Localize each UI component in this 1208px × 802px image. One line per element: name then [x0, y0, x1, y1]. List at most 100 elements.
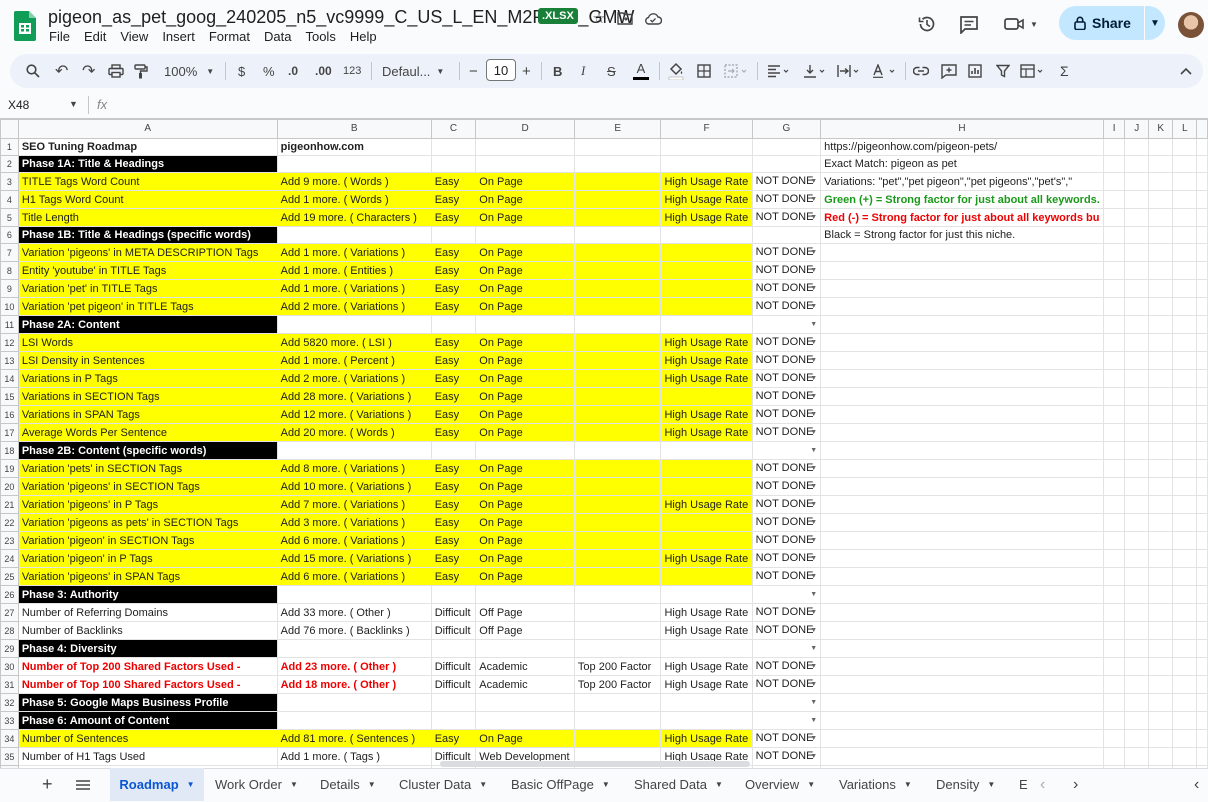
row-number[interactable]: 16	[0, 405, 19, 424]
cell-k[interactable]	[1148, 405, 1174, 424]
cell-k[interactable]	[1148, 639, 1174, 658]
cell-h[interactable]	[820, 369, 1104, 388]
cell-l[interactable]	[1172, 351, 1198, 370]
cell-h[interactable]	[820, 477, 1104, 496]
cell-d[interactable]: Academic	[475, 675, 575, 694]
sheet-tab-roadmap[interactable]: Roadmap ▼	[110, 768, 204, 801]
cell-f[interactable]	[660, 279, 753, 298]
cell-k[interactable]	[1148, 261, 1174, 280]
cell-b[interactable]: Add 12 more. ( Variations )	[276, 405, 432, 424]
cell-c[interactable]	[430, 226, 477, 244]
cell-f[interactable]: High Usage Rate	[660, 549, 753, 568]
cell-g[interactable]: ▼NOT DONE	[751, 387, 822, 406]
sheet-tab-cluster-data[interactable]: Cluster Data ▼	[399, 768, 487, 801]
cell-m[interactable]	[1196, 369, 1208, 388]
cell-l[interactable]	[1172, 459, 1198, 478]
column-header[interactable]: I	[1102, 119, 1126, 139]
cell-c[interactable]: Easy	[430, 477, 477, 496]
cell-e[interactable]	[573, 621, 662, 640]
cell-m[interactable]	[1196, 243, 1208, 262]
cell-i[interactable]	[1102, 747, 1126, 766]
cell-a[interactable]: Variations in SECTION Tags	[17, 387, 278, 406]
cell-b[interactable]: Add 2 more. ( Variations )	[276, 369, 432, 388]
cell-i[interactable]	[1102, 459, 1126, 478]
cell-b[interactable]	[276, 441, 432, 460]
cell-l[interactable]	[1172, 423, 1198, 442]
cell-j[interactable]	[1124, 333, 1150, 352]
cell-e[interactable]	[573, 172, 662, 191]
cell-l[interactable]	[1172, 603, 1198, 622]
cell-c[interactable]	[430, 693, 477, 712]
cell-h[interactable]: Exact Match: pigeon as pet	[820, 155, 1104, 173]
all-sheets-icon[interactable]	[76, 768, 90, 801]
cell-a[interactable]: Variation 'pet pigeon' in TITLE Tags	[17, 297, 278, 316]
cell-b[interactable]: Add 6 more. ( Variations )	[276, 567, 432, 586]
menu-tools[interactable]: Tools	[305, 29, 335, 44]
cell-m[interactable]	[1196, 297, 1208, 316]
cell-c[interactable]: Difficult	[430, 657, 477, 676]
cell-b[interactable]	[276, 693, 432, 712]
cell-l[interactable]	[1172, 639, 1198, 658]
cell-f[interactable]: High Usage Rate	[660, 351, 753, 370]
row-number[interactable]: 14	[0, 369, 19, 388]
version-history-icon[interactable]	[915, 12, 939, 36]
cell-h[interactable]	[820, 261, 1104, 280]
column-header[interactable]: L	[1172, 119, 1198, 139]
cell-m[interactable]	[1196, 387, 1208, 406]
cell-g[interactable]: ▼	[751, 693, 822, 712]
cell-a[interactable]: Variation 'pets' in SECTION Tags	[17, 459, 278, 478]
cell-i[interactable]	[1102, 531, 1126, 550]
cell-c[interactable]: Easy	[430, 369, 477, 388]
cell-f[interactable]	[660, 585, 753, 604]
cell-f[interactable]: High Usage Rate	[660, 369, 753, 388]
cell-j[interactable]	[1124, 369, 1150, 388]
cell-h[interactable]	[820, 495, 1104, 514]
cell-h[interactable]	[820, 513, 1104, 532]
cell-f[interactable]: High Usage Rate	[660, 729, 753, 748]
cell-i[interactable]	[1102, 405, 1126, 424]
cell-e[interactable]	[573, 333, 662, 352]
cell-f[interactable]: High Usage Rate	[660, 657, 753, 676]
cell-i[interactable]	[1102, 387, 1126, 406]
cell-a[interactable]: LSI Density in Sentences	[17, 351, 278, 370]
cell-i[interactable]	[1102, 333, 1126, 352]
sheet-tab-work-order[interactable]: Work Order ▼	[215, 768, 298, 801]
cell-g[interactable]: ▼NOT DONE	[751, 190, 822, 209]
cell-e[interactable]	[573, 729, 662, 748]
cell-a[interactable]: Title Length	[17, 208, 278, 227]
cell-k[interactable]	[1148, 531, 1174, 550]
cell-k[interactable]	[1148, 333, 1174, 352]
cell-g[interactable]: ▼NOT DONE	[751, 369, 822, 388]
cell-j[interactable]	[1124, 138, 1150, 156]
cell-m[interactable]	[1196, 333, 1208, 352]
cell-l[interactable]	[1172, 172, 1198, 191]
cell-d[interactable]	[475, 315, 575, 334]
cell-l[interactable]	[1172, 567, 1198, 586]
row-number[interactable]: 35	[0, 747, 19, 766]
cell-h[interactable]	[820, 531, 1104, 550]
cell-e[interactable]	[573, 190, 662, 209]
cell-f[interactable]: High Usage Rate	[660, 495, 753, 514]
horizontal-scrollbar[interactable]	[440, 761, 750, 767]
cell-h[interactable]: Green (+) = Strong factor for just about…	[820, 190, 1104, 209]
column-header[interactable]: F	[660, 119, 753, 139]
cell-h[interactable]	[820, 351, 1104, 370]
status-dropdown-icon[interactable]: ▼	[810, 317, 817, 333]
cell-m[interactable]	[1196, 639, 1208, 658]
cell-c[interactable]	[430, 711, 477, 730]
cell-i[interactable]	[1102, 369, 1126, 388]
filter-icon[interactable]	[996, 54, 1010, 88]
column-header[interactable]: B	[276, 119, 432, 139]
status-dropdown-icon[interactable]: ▼	[810, 695, 817, 711]
cell-f[interactable]: High Usage Rate	[660, 190, 753, 209]
cell-f[interactable]: High Usage Rate	[660, 621, 753, 640]
comments-icon[interactable]	[957, 12, 981, 36]
cell-j[interactable]	[1124, 747, 1150, 766]
cell-m[interactable]	[1196, 675, 1208, 694]
cell-f[interactable]	[660, 297, 753, 316]
cell-k[interactable]	[1148, 226, 1174, 244]
cell-k[interactable]	[1148, 495, 1174, 514]
cell-b[interactable]: pigeonhow.com	[276, 138, 432, 156]
cell-b[interactable]: Add 7 more. ( Variations )	[276, 495, 432, 514]
status-dropdown-icon[interactable]: ▼	[810, 641, 817, 657]
